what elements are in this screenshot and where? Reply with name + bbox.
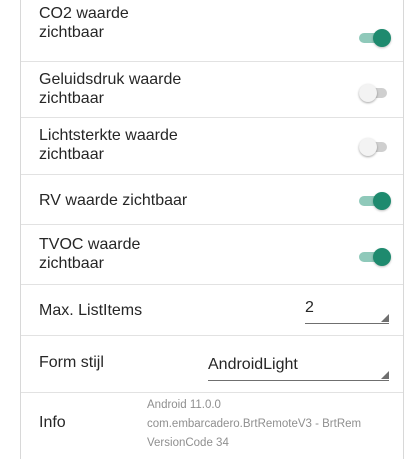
info-details: Android 11.0.0 com.embarcadero.BrtRemote…: [147, 396, 361, 453]
dropdown-corner-icon: [381, 314, 389, 322]
info-label: Info: [39, 414, 66, 431]
max-list-items-value: 2: [305, 299, 314, 316]
geluidsdruk-label-line2: zichtbaar: [39, 90, 104, 107]
form-style-dropdown[interactable]: AndroidLight: [208, 354, 389, 381]
form-style-value: AndroidLight: [208, 356, 298, 373]
co2-label-line2: zichtbaar: [39, 24, 104, 41]
form-style-label: Form stijl: [39, 354, 104, 371]
setting-row-form-style: Form stijl AndroidLight: [21, 336, 403, 393]
lichtsterkte-label-line1: Lichtsterkte waarde: [39, 127, 178, 144]
setting-row-lichtsterkte: Lichtsterkte waarde zichtbaar: [21, 118, 403, 175]
tvoc-label-line1: TVOC waarde: [39, 236, 141, 253]
info-package-name: com.embarcadero.BrtRemoteV3 - BrtRem: [147, 418, 362, 430]
geluidsdruk-toggle-thumb: [359, 84, 377, 102]
info-version-code: VersionCode 34: [147, 437, 229, 449]
co2-label-line1: CO2 waarde: [39, 5, 129, 22]
setting-row-rv: RV waarde zichtbaar: [21, 175, 403, 225]
rv-toggle[interactable]: [359, 192, 391, 210]
lichtsterkte-label: Lichtsterkte waarde zichtbaar: [39, 126, 178, 164]
rv-toggle-thumb: [373, 192, 391, 210]
tvoc-label: TVOC waarde zichtbaar: [39, 235, 140, 273]
setting-row-tvoc: TVOC waarde zichtbaar: [21, 225, 403, 285]
setting-row-max-list-items: Max. ListItems 2: [21, 285, 403, 336]
info-android-version: Android 11.0.0: [147, 399, 221, 411]
lichtsterkte-toggle-thumb: [359, 138, 377, 156]
geluidsdruk-label: Geluidsdruk waarde zichtbaar: [39, 70, 181, 108]
tvoc-toggle-thumb: [373, 248, 391, 266]
geluidsdruk-toggle[interactable]: [359, 84, 389, 102]
co2-toggle-thumb: [373, 29, 391, 47]
lichtsterkte-label-line2: zichtbaar: [39, 146, 104, 163]
setting-row-geluidsdruk: Geluidsdruk waarde zichtbaar: [21, 62, 403, 118]
tvoc-toggle[interactable]: [359, 248, 391, 266]
co2-label: CO2 waarde zichtbaar: [39, 4, 129, 42]
lichtsterkte-toggle[interactable]: [359, 138, 389, 156]
dropdown-corner-icon: [381, 371, 389, 379]
max-list-items-dropdown[interactable]: 2: [305, 297, 389, 324]
settings-panel: CO2 waarde zichtbaar Geluidsdruk waarde …: [20, 0, 404, 459]
tvoc-label-line2: zichtbaar: [39, 255, 104, 272]
max-list-items-label: Max. ListItems: [39, 302, 143, 319]
rv-label: RV waarde zichtbaar: [39, 192, 188, 209]
co2-toggle[interactable]: [359, 29, 391, 47]
geluidsdruk-label-line1: Geluidsdruk waarde: [39, 71, 182, 88]
setting-row-co2: CO2 waarde zichtbaar: [21, 0, 403, 62]
